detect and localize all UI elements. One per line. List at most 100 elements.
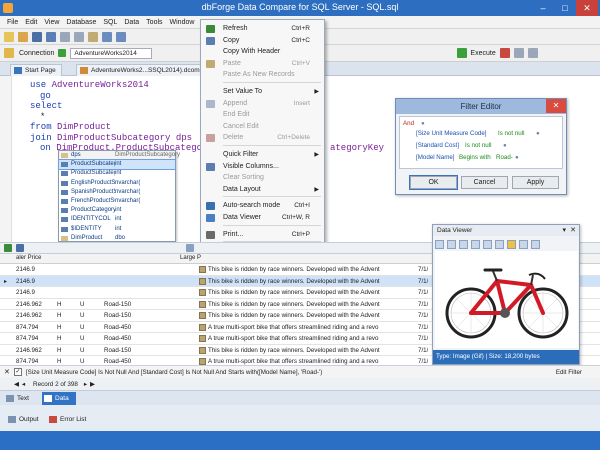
remove-condition-icon[interactable]: ●: [536, 130, 540, 137]
paste-icon[interactable]: [88, 31, 98, 42]
cell-desc[interactable]: This bike is ridden by race winners. Dev…: [208, 278, 413, 285]
completion-item[interactable]: ProductSubcatego...int: [58, 159, 176, 171]
menu-item-data-viewer[interactable]: Data Viewer Ctrl+W, R: [201, 211, 324, 225]
cell-date[interactable]: 7/1/: [418, 347, 428, 354]
grid-refresh-icon[interactable]: [4, 244, 12, 252]
cell-model[interactable]: Road-150: [104, 312, 131, 319]
execute-icon[interactable]: [457, 48, 468, 58]
cell-date[interactable]: 7/1/: [418, 278, 428, 285]
condition-1-operator[interactable]: Is not null: [498, 130, 524, 137]
menu-edit[interactable]: Edit: [25, 19, 37, 26]
cell-c2[interactable]: U: [80, 347, 84, 354]
menu-item-data-layout[interactable]: Data Layout ▶: [201, 183, 324, 197]
cell-c1[interactable]: H: [57, 347, 61, 354]
cell-date[interactable]: 7/1/: [418, 266, 428, 273]
cell-date[interactable]: 7/1/: [418, 335, 428, 342]
pause-icon[interactable]: [513, 48, 524, 58]
cell-desc[interactable]: This bike is ridden by race winners. Dev…: [208, 266, 413, 273]
cut-icon[interactable]: [60, 31, 70, 42]
image-cell-icon[interactable]: [199, 289, 206, 296]
filter-enabled-checkbox[interactable]: ✓: [13, 368, 22, 376]
cell-price[interactable]: 2146.9: [16, 266, 35, 273]
filter-group-and[interactable]: And: [403, 120, 414, 127]
view-pdf-icon[interactable]: [531, 239, 540, 249]
cell-price[interactable]: 874.794: [16, 324, 38, 331]
save-all-icon[interactable]: [46, 31, 56, 42]
completion-item[interactable]: EnglishProductSub...nvarchar(: [59, 179, 175, 188]
close-icon[interactable]: ✕: [570, 226, 576, 234]
remove-condition-icon[interactable]: ●: [503, 142, 507, 149]
tab-error-list[interactable]: Error List: [47, 413, 97, 426]
condition-3-operator[interactable]: Begins with: [459, 154, 491, 161]
condition-1-field[interactable]: [Size Unit Measure Code]: [416, 130, 487, 137]
cell-desc[interactable]: This bike is ridden by race winners. Dev…: [208, 301, 413, 308]
cell-date[interactable]: 7/1/: [418, 324, 428, 331]
pin-icon[interactable]: ▾: [562, 226, 566, 234]
last-record-icon[interactable]: ▶: [90, 381, 95, 388]
tab-start-page[interactable]: Start Page: [10, 64, 62, 76]
image-cell-icon[interactable]: [199, 266, 206, 273]
image-cell-icon[interactable]: [199, 358, 206, 365]
cell-date[interactable]: 7/1/: [418, 312, 428, 319]
cell-price[interactable]: 2146.9: [16, 289, 35, 296]
cell-c2[interactable]: U: [80, 301, 84, 308]
new-icon[interactable]: [4, 31, 14, 42]
menu-sql[interactable]: SQL: [103, 19, 117, 26]
menu-tools[interactable]: Tools: [146, 19, 162, 26]
cell-c1[interactable]: H: [57, 312, 61, 319]
undo-icon[interactable]: [102, 31, 112, 42]
add-condition-icon[interactable]: ●: [421, 120, 425, 127]
tab-text[interactable]: Text: [4, 392, 38, 405]
menu-database[interactable]: Database: [66, 19, 96, 26]
maximize-icon[interactable]: □: [554, 0, 576, 16]
cell-desc[interactable]: This bike is ridden by race winners. Dev…: [208, 347, 413, 354]
cell-c2[interactable]: U: [80, 358, 84, 365]
cell-c1[interactable]: H: [57, 301, 61, 308]
connect-icon[interactable]: [4, 48, 14, 58]
cell-c2[interactable]: U: [80, 312, 84, 319]
cell-c2[interactable]: U: [80, 324, 84, 331]
completion-item[interactable]: $IDENTITY int: [59, 225, 175, 234]
first-record-icon[interactable]: ◀: [14, 381, 19, 388]
cell-desc[interactable]: A true multi-sport bike that offers stre…: [208, 335, 413, 342]
image-cell-icon[interactable]: [199, 335, 206, 342]
cancel-button[interactable]: Cancel: [461, 176, 508, 189]
cell-date[interactable]: 7/1/: [418, 358, 428, 365]
condition-3-field[interactable]: [Model Name]: [416, 154, 455, 161]
menu-item-paste-as-new-records[interactable]: Paste As New Records: [201, 68, 324, 82]
open-icon[interactable]: [18, 31, 28, 42]
connection-select[interactable]: AdventureWorks2014: [70, 47, 153, 59]
condition-2-field[interactable]: [Standard Cost]: [416, 142, 459, 149]
cell-desc[interactable]: This bike is ridden by race winners. Dev…: [208, 312, 413, 319]
view-html-icon[interactable]: [483, 239, 492, 249]
cell-price[interactable]: 2146.9: [16, 278, 35, 285]
menu-item-print[interactable]: Print... Ctrl+P: [201, 228, 324, 242]
column-header-large-photo[interactable]: Large P: [180, 255, 201, 261]
completion-item[interactable]: ProductSubcatego...int: [59, 169, 175, 178]
next-record-icon[interactable]: ▸: [84, 381, 87, 388]
menu-item-delete[interactable]: Delete Ctrl+Delete: [201, 131, 324, 145]
view-rtf-icon[interactable]: [519, 239, 528, 249]
view-text-icon[interactable]: [459, 239, 468, 249]
cell-c1[interactable]: H: [57, 358, 61, 365]
menu-window[interactable]: Window: [170, 19, 195, 26]
cell-model[interactable]: Road-150: [104, 301, 131, 308]
minimize-icon[interactable]: –: [532, 0, 554, 16]
step-icon[interactable]: [527, 48, 538, 58]
cell-date[interactable]: 7/1/: [418, 289, 428, 296]
completion-item[interactable]: ProductCategoryKeyint: [59, 206, 175, 215]
grid-save-icon[interactable]: [16, 244, 24, 252]
tab-data[interactable]: Data: [42, 392, 76, 405]
edit-filter-button[interactable]: Edit Filter: [556, 369, 582, 376]
prev-record-icon[interactable]: ◂: [22, 381, 25, 388]
cell-price[interactable]: 2146.962: [16, 347, 42, 354]
cell-desc[interactable]: A true multi-sport bike that offers stre…: [208, 358, 413, 365]
cell-desc[interactable]: A true multi-sport bike that offers stre…: [208, 324, 413, 331]
column-header-dealer-price[interactable]: aler Price: [16, 255, 41, 261]
cell-model[interactable]: Road-150: [104, 347, 131, 354]
cell-price[interactable]: 2146.962: [16, 301, 42, 308]
save-icon[interactable]: [32, 31, 42, 42]
cell-model[interactable]: Road-450: [104, 358, 131, 365]
completion-item[interactable]: FrenchProductSub...nvarchar(: [59, 197, 175, 206]
view-hex-icon[interactable]: [471, 239, 480, 249]
